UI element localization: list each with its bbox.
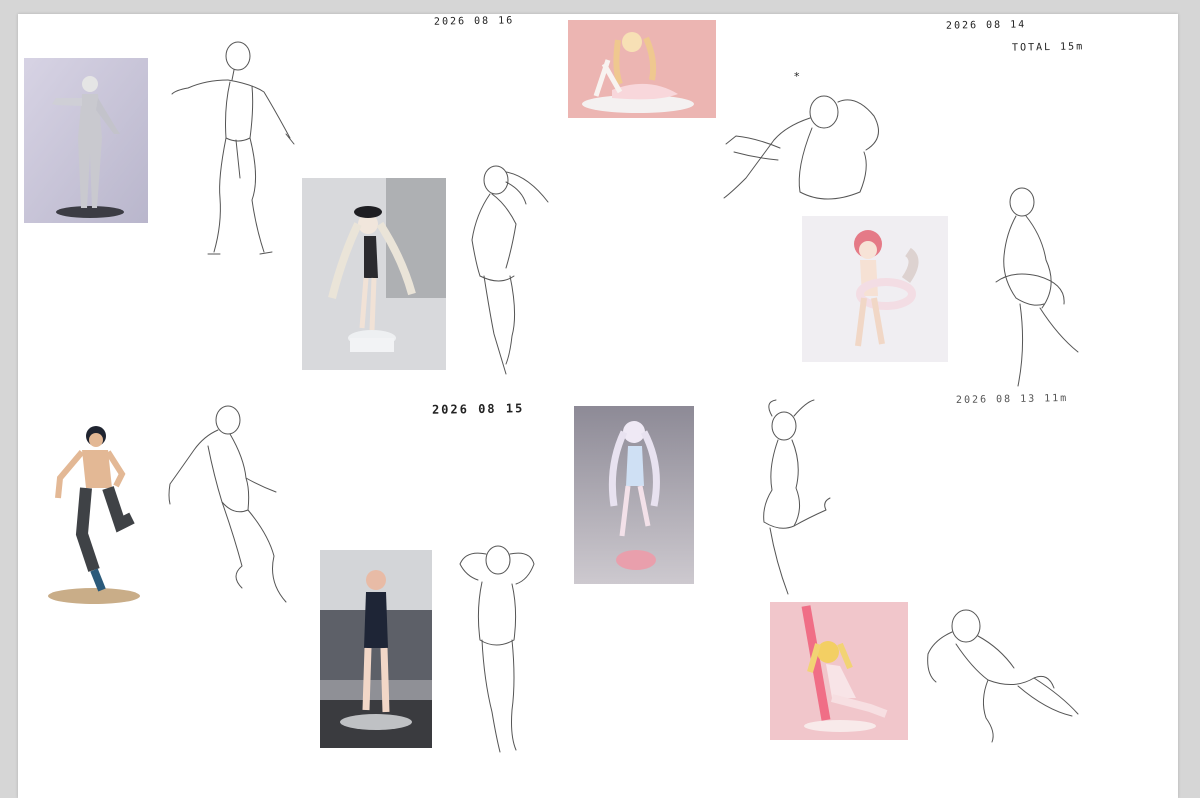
gesture-sketch-6 [456, 540, 546, 755]
reference-photo-pink-kneeling-figure [770, 602, 908, 740]
reference-photo-pink-kneeling-figure-image [770, 602, 908, 740]
gesture-sketch-7-drawing [763, 399, 831, 595]
gesture-sketch-3 [716, 88, 896, 208]
gesture-sketch-4 [992, 186, 1092, 391]
reference-photo-pink-hair-float [802, 216, 948, 362]
date-label-top: 2026 08 16 [433, 15, 515, 28]
gesture-sketch-2 [466, 164, 556, 379]
date-label-top-right: 2026 08 14 [945, 19, 1027, 32]
gesture-sketch-8 [922, 604, 1088, 744]
reference-photo-dark-hair-male-image [36, 414, 150, 609]
date-label-middle: 2026 08 15 [431, 401, 525, 417]
reference-photo-white-figure-image [302, 178, 446, 370]
reference-photo-convention-figure-image [320, 550, 432, 748]
reference-photo-grey-figure-image [24, 58, 148, 223]
reference-photo-white-figure [302, 178, 446, 370]
gesture-sketch-4-drawing [995, 187, 1079, 387]
gesture-sketch-2-drawing [471, 165, 549, 375]
date-label-right-middle: 2026 08 13 11m [955, 393, 1069, 406]
gesture-sketch-1 [168, 28, 298, 258]
reference-photo-grey-figure [24, 58, 148, 223]
gesture-sketch-3-drawing [723, 95, 879, 200]
reference-photo-purple-standing-figure [574, 406, 694, 584]
gesture-sketch-1-drawing [171, 41, 295, 255]
star-mark: * [794, 70, 800, 83]
gesture-sketch-5 [164, 405, 294, 611]
gesture-sketch-6-drawing [459, 545, 535, 753]
gesture-sketch-5-drawing [168, 405, 287, 603]
reference-photo-convention-figure [320, 550, 432, 748]
reference-photo-pink-hair-float-image [802, 216, 948, 362]
reference-photo-pink-seated-figure-image [568, 20, 716, 118]
gesture-sketch-7 [744, 398, 834, 608]
drawing-canvas: 2026 08 16 2026 08 14 TOTAL 15m 2026 08 … [18, 14, 1178, 798]
reference-photo-dark-hair-male [36, 414, 150, 609]
total-time-label: TOTAL 15m [1011, 41, 1085, 54]
gesture-sketch-8-drawing [927, 609, 1079, 743]
reference-photo-pink-seated-figure [568, 20, 716, 118]
reference-photo-purple-standing-figure-image [574, 406, 694, 584]
